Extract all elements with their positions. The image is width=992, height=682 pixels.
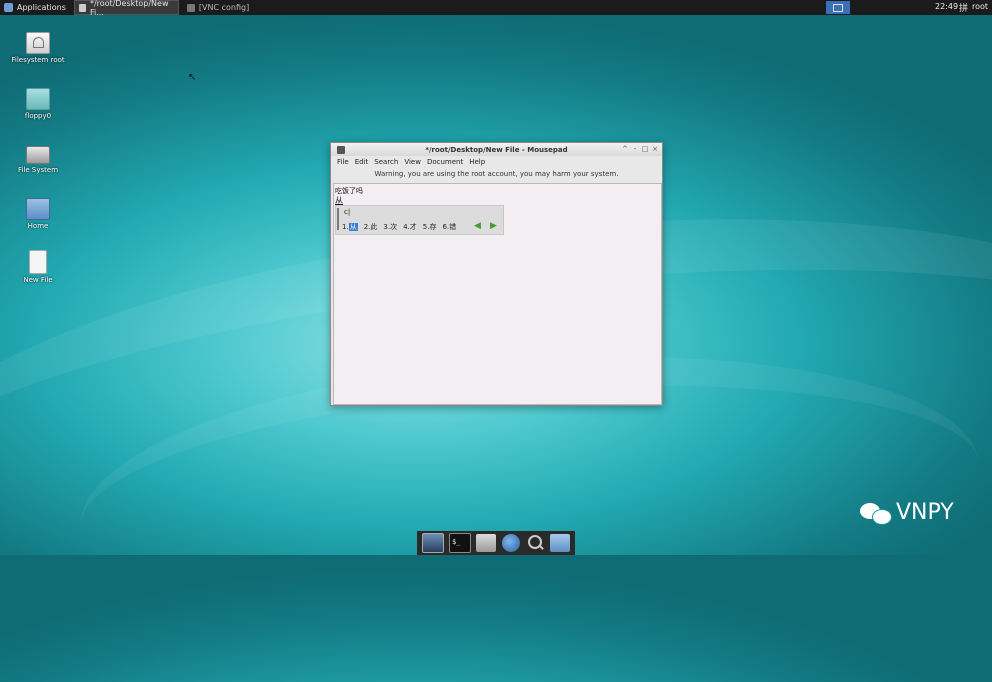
file-icon: [29, 250, 47, 274]
show-desktop-icon[interactable]: [421, 533, 444, 553]
filesystem-icon: [26, 146, 50, 164]
clock[interactable]: 22:49: [935, 2, 958, 11]
bottom-dock: $_: [417, 531, 575, 555]
menu-document[interactable]: Document: [427, 158, 463, 166]
desktop-icon-label: floppy0: [24, 112, 52, 120]
shade-button[interactable]: ^: [621, 145, 629, 153]
top-panel: Applications */root/Desktop/New Fi... [V…: [0, 0, 992, 17]
menu-search[interactable]: Search: [374, 158, 398, 166]
watermark: VNPY: [860, 500, 954, 525]
maximize-button[interactable]: □: [641, 145, 649, 153]
desktop-icon-home[interactable]: Home: [8, 198, 68, 230]
ime-candidate[interactable]: 2.此: [364, 222, 378, 232]
task-label: */root/Desktop/New Fi...: [89, 0, 169, 17]
window-controls: ^ - □ ×: [621, 145, 659, 153]
desktop-icon-floppy0[interactable]: floppy0: [8, 88, 68, 120]
candidate-text: 错: [449, 223, 457, 231]
candidate-text: 存: [429, 223, 437, 231]
menu-bar: File Edit Search View Document Help: [331, 156, 662, 168]
window-titlebar[interactable]: */root/Desktop/New File - Mousepad ^ - □…: [331, 143, 662, 156]
candidate-text: 从: [348, 223, 358, 231]
file-manager-icon[interactable]: [476, 534, 497, 552]
ime-candidate-panel: c| 1.从 2.此 3.次 4.才 5.存 6.错 ◀ ▶: [335, 205, 504, 235]
candidate-text: 次: [390, 223, 398, 231]
desktop-icon-label: New File: [23, 276, 53, 284]
floppy-icon: [26, 88, 50, 110]
desktop-icon-label: File System: [17, 166, 59, 174]
home-folder-icon: [26, 198, 50, 220]
mousepad-window: */root/Desktop/New File - Mousepad ^ - □…: [330, 142, 663, 406]
desktop-icon-filesystem-root[interactable]: Filesystem root: [8, 32, 68, 64]
menu-view[interactable]: View: [404, 158, 421, 166]
arrow-right-icon[interactable]: ▶: [490, 222, 497, 231]
menu-help[interactable]: Help: [469, 158, 485, 166]
desktop-icon-label: Home: [27, 222, 49, 230]
ime-preedit: c|: [344, 208, 351, 216]
root-warning-bar: Warning, you are using the root account,…: [374, 170, 619, 178]
window-title: */root/Desktop/New File - Mousepad: [425, 145, 568, 154]
folder-icon[interactable]: [550, 534, 571, 552]
workspace-switcher[interactable]: [826, 1, 850, 14]
app-finder-icon[interactable]: [525, 534, 545, 552]
ime-candidate-list: 1.从 2.此 3.次 4.才 5.存 6.错: [342, 222, 462, 232]
desktop-icon-new-file[interactable]: New File: [8, 250, 68, 284]
terminal-icon[interactable]: $_: [448, 533, 471, 553]
wechat-icon: [860, 501, 892, 525]
candidate-text: 此: [370, 223, 378, 231]
task-button-mousepad[interactable]: */root/Desktop/New Fi...: [73, 0, 179, 17]
ime-candidate[interactable]: 1.从: [342, 222, 358, 232]
desktop-icon-file-system[interactable]: File System: [8, 142, 68, 174]
input-method-indicator[interactable]: 拼: [959, 1, 968, 14]
text-editor-area[interactable]: 吃饭了吗 从 c| 1.从 2.此 3.次 4.才 5.存 6.错 ◀ ▶: [333, 183, 662, 405]
candidate-text: 才: [409, 223, 417, 231]
task-button-vnc-config[interactable]: [VNC config]: [183, 1, 286, 14]
mouse-pointer-icon: ↖: [188, 72, 197, 83]
ime-candidate[interactable]: 5.存: [423, 222, 437, 232]
window-icon: [186, 3, 195, 12]
desktop-icon-label: Filesystem root: [11, 56, 65, 64]
applications-menu[interactable]: Applications: [0, 0, 70, 15]
ime-candidate[interactable]: 6.错: [442, 222, 456, 232]
close-button[interactable]: ×: [651, 145, 659, 153]
arrow-left-icon[interactable]: ◀: [474, 222, 481, 231]
watermark-text: VNPY: [896, 500, 954, 525]
text-editor-icon: [78, 3, 86, 12]
candidate-index: 4.: [403, 223, 410, 231]
user-menu[interactable]: root: [972, 2, 988, 11]
ime-candidate[interactable]: 4.才: [403, 222, 417, 232]
menu-file[interactable]: File: [337, 158, 349, 166]
task-label: [VNC config]: [198, 3, 250, 12]
menu-edit[interactable]: Edit: [355, 158, 369, 166]
ime-panel-handle[interactable]: [337, 208, 339, 230]
ime-candidate[interactable]: 3.次: [383, 222, 397, 232]
applications-label: Applications: [17, 3, 66, 12]
minimize-button[interactable]: -: [631, 145, 639, 153]
workspace-icon: [833, 3, 843, 12]
web-browser-icon[interactable]: [501, 534, 520, 552]
candidate-index: 1.: [342, 223, 349, 231]
drive-icon: [26, 32, 50, 54]
xfce-mouse-icon: [4, 3, 13, 12]
